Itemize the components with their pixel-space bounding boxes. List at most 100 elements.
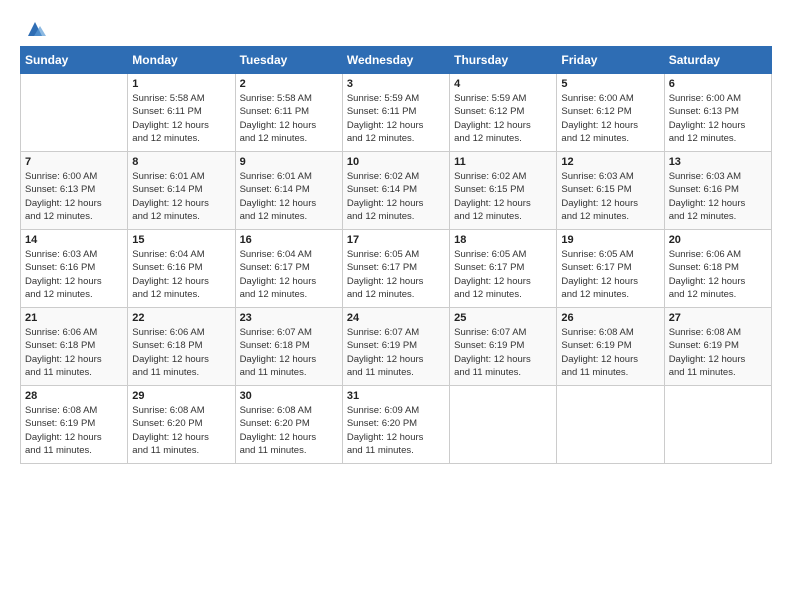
calendar-week-row: 7 Sunrise: 6:00 AM Sunset: 6:13 PM Daylig…	[21, 152, 772, 230]
calendar-cell: 20Sunrise: 6:06 AM Sunset: 6:18 PM Dayli…	[664, 230, 771, 308]
day-info: Sunrise: 6:02 AM Sunset: 6:15 PM Dayligh…	[454, 170, 552, 223]
day-info: Sunrise: 6:08 AM Sunset: 6:20 PM Dayligh…	[240, 404, 338, 457]
day-number: 18	[454, 234, 552, 246]
day-info: Sunrise: 6:01 AM Sunset: 6:14 PM Dayligh…	[240, 170, 338, 223]
day-number: 6	[669, 78, 767, 90]
day-number: 16	[240, 234, 338, 246]
logo-icon	[24, 18, 46, 40]
day-number: 9	[240, 156, 338, 168]
day-info: Sunrise: 6:03 AM Sunset: 6:15 PM Dayligh…	[561, 170, 659, 223]
calendar-cell: 3 Sunrise: 5:59 AM Sunset: 6:11 PM Daylig…	[342, 74, 449, 152]
calendar-day-header: Saturday	[664, 47, 771, 74]
day-number: 4	[454, 78, 552, 90]
calendar-cell: 30 Sunrise: 6:08 AM Sunset: 6:20 PM Dayli…	[235, 386, 342, 464]
day-info: Sunrise: 6:08 AM Sunset: 6:20 PM Dayligh…	[132, 404, 230, 457]
day-info: Sunrise: 6:08 AM Sunset: 6:19 PM Dayligh…	[25, 404, 123, 457]
day-info: Sunrise: 6:05 AM Sunset: 6:17 PM Dayligh…	[347, 248, 445, 301]
day-number: 14	[25, 234, 123, 246]
day-number: 1	[132, 78, 230, 90]
day-number: 19	[561, 234, 659, 246]
day-info: Sunrise: 6:07 AM Sunset: 6:19 PM Dayligh…	[347, 326, 445, 379]
calendar-cell: 7 Sunrise: 6:00 AM Sunset: 6:13 PM Daylig…	[21, 152, 128, 230]
calendar-cell: 12 Sunrise: 6:03 AM Sunset: 6:15 PM Dayli…	[557, 152, 664, 230]
day-number: 23	[240, 312, 338, 324]
day-info: Sunrise: 6:01 AM Sunset: 6:14 PM Dayligh…	[132, 170, 230, 223]
calendar-cell: 16 Sunrise: 6:04 AM Sunset: 6:17 PM Dayli…	[235, 230, 342, 308]
calendar-cell: 11 Sunrise: 6:02 AM Sunset: 6:15 PM Dayli…	[450, 152, 557, 230]
calendar-cell: 22 Sunrise: 6:06 AM Sunset: 6:18 PM Dayli…	[128, 308, 235, 386]
day-number: 21	[25, 312, 123, 324]
calendar-header-row: SundayMondayTuesdayWednesdayThursdayFrid…	[21, 47, 772, 74]
calendar-week-row: 14 Sunrise: 6:03 AM Sunset: 6:16 PM Dayli…	[21, 230, 772, 308]
day-number: 11	[454, 156, 552, 168]
day-info: Sunrise: 6:06 AM Sunset: 6:18 PM Dayligh…	[132, 326, 230, 379]
day-number: 17	[347, 234, 445, 246]
calendar-week-row: 21 Sunrise: 6:06 AM Sunset: 6:18 PM Dayli…	[21, 308, 772, 386]
day-number: 25	[454, 312, 552, 324]
day-number: 31	[347, 390, 445, 402]
day-number: 27	[669, 312, 767, 324]
calendar-cell	[21, 74, 128, 152]
day-number: 12	[561, 156, 659, 168]
calendar-cell: 1 Sunrise: 5:58 AM Sunset: 6:11 PM Daylig…	[128, 74, 235, 152]
calendar-day-header: Sunday	[21, 47, 128, 74]
day-info: Sunrise: 6:07 AM Sunset: 6:18 PM Dayligh…	[240, 326, 338, 379]
calendar-cell: 14 Sunrise: 6:03 AM Sunset: 6:16 PM Dayli…	[21, 230, 128, 308]
calendar-cell: 19 Sunrise: 6:05 AM Sunset: 6:17 PM Dayli…	[557, 230, 664, 308]
day-number: 13	[669, 156, 767, 168]
day-number: 3	[347, 78, 445, 90]
day-info: Sunrise: 6:08 AM Sunset: 6:19 PM Dayligh…	[561, 326, 659, 379]
header	[20, 18, 772, 36]
calendar-cell: 24 Sunrise: 6:07 AM Sunset: 6:19 PM Dayli…	[342, 308, 449, 386]
calendar-week-row: 1 Sunrise: 5:58 AM Sunset: 6:11 PM Daylig…	[21, 74, 772, 152]
day-number: 15	[132, 234, 230, 246]
calendar-cell: 9 Sunrise: 6:01 AM Sunset: 6:14 PM Daylig…	[235, 152, 342, 230]
day-number: 26	[561, 312, 659, 324]
calendar-cell: 21 Sunrise: 6:06 AM Sunset: 6:18 PM Dayli…	[21, 308, 128, 386]
calendar-day-header: Wednesday	[342, 47, 449, 74]
day-info: Sunrise: 6:09 AM Sunset: 6:20 PM Dayligh…	[347, 404, 445, 457]
day-info: Sunrise: 6:06 AM Sunset: 6:18 PM Dayligh…	[25, 326, 123, 379]
day-info: Sunrise: 6:03 AM Sunset: 6:16 PM Dayligh…	[669, 170, 767, 223]
day-info: Sunrise: 6:03 AM Sunset: 6:16 PM Dayligh…	[25, 248, 123, 301]
calendar-cell: 18 Sunrise: 6:05 AM Sunset: 6:17 PM Dayli…	[450, 230, 557, 308]
calendar-table: SundayMondayTuesdayWednesdayThursdayFrid…	[20, 46, 772, 464]
day-info: Sunrise: 6:06 AM Sunset: 6:18 PM Dayligh…	[669, 248, 767, 301]
calendar-day-header: Monday	[128, 47, 235, 74]
day-number: 29	[132, 390, 230, 402]
calendar-cell: 28 Sunrise: 6:08 AM Sunset: 6:19 PM Dayli…	[21, 386, 128, 464]
day-number: 2	[240, 78, 338, 90]
day-info: Sunrise: 5:58 AM Sunset: 6:11 PM Dayligh…	[132, 92, 230, 145]
calendar-cell: 31 Sunrise: 6:09 AM Sunset: 6:20 PM Dayli…	[342, 386, 449, 464]
calendar-cell: 4Sunrise: 5:59 AM Sunset: 6:12 PM Daylig…	[450, 74, 557, 152]
day-info: Sunrise: 5:59 AM Sunset: 6:11 PM Dayligh…	[347, 92, 445, 145]
calendar-cell	[664, 386, 771, 464]
calendar-cell: 8Sunrise: 6:01 AM Sunset: 6:14 PM Daylig…	[128, 152, 235, 230]
day-info: Sunrise: 6:08 AM Sunset: 6:19 PM Dayligh…	[669, 326, 767, 379]
calendar-cell: 29 Sunrise: 6:08 AM Sunset: 6:20 PM Dayli…	[128, 386, 235, 464]
day-info: Sunrise: 5:58 AM Sunset: 6:11 PM Dayligh…	[240, 92, 338, 145]
calendar-cell: 25 Sunrise: 6:07 AM Sunset: 6:19 PM Dayli…	[450, 308, 557, 386]
calendar-day-header: Friday	[557, 47, 664, 74]
day-info: Sunrise: 6:02 AM Sunset: 6:14 PM Dayligh…	[347, 170, 445, 223]
day-number: 28	[25, 390, 123, 402]
day-number: 10	[347, 156, 445, 168]
day-info: Sunrise: 6:05 AM Sunset: 6:17 PM Dayligh…	[454, 248, 552, 301]
day-info: Sunrise: 6:07 AM Sunset: 6:19 PM Dayligh…	[454, 326, 552, 379]
calendar-day-header: Tuesday	[235, 47, 342, 74]
day-info: Sunrise: 6:04 AM Sunset: 6:16 PM Dayligh…	[132, 248, 230, 301]
calendar-cell: 15 Sunrise: 6:04 AM Sunset: 6:16 PM Dayli…	[128, 230, 235, 308]
day-number: 30	[240, 390, 338, 402]
day-info: Sunrise: 6:00 AM Sunset: 6:13 PM Dayligh…	[669, 92, 767, 145]
calendar-cell	[557, 386, 664, 464]
day-number: 5	[561, 78, 659, 90]
logo	[20, 18, 46, 36]
day-info: Sunrise: 6:04 AM Sunset: 6:17 PM Dayligh…	[240, 248, 338, 301]
day-info: Sunrise: 6:00 AM Sunset: 6:13 PM Dayligh…	[25, 170, 123, 223]
day-info: Sunrise: 6:00 AM Sunset: 6:12 PM Dayligh…	[561, 92, 659, 145]
calendar-cell: 27 Sunrise: 6:08 AM Sunset: 6:19 PM Dayli…	[664, 308, 771, 386]
day-info: Sunrise: 6:05 AM Sunset: 6:17 PM Dayligh…	[561, 248, 659, 301]
day-number: 24	[347, 312, 445, 324]
day-number: 7	[25, 156, 123, 168]
day-number: 22	[132, 312, 230, 324]
